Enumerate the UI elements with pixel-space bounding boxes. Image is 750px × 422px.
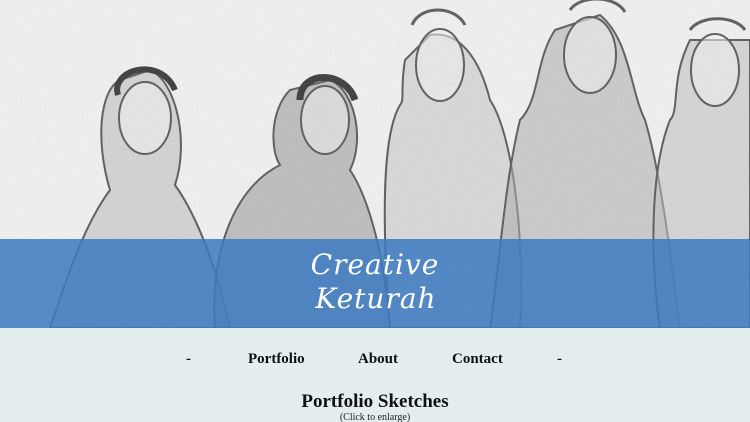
- nav-link-about[interactable]: About: [358, 351, 398, 368]
- site-logo[interactable]: Creative Keturah: [300, 248, 450, 322]
- nav-link-contact[interactable]: Contact: [452, 351, 503, 368]
- nav-separator-right: -: [557, 351, 562, 367]
- nav-separator-left: -: [186, 351, 191, 367]
- logo-line-2: Keturah: [315, 282, 437, 315]
- page-subtitle: (Click to enlarge): [339, 412, 411, 422]
- page: Creative Keturah - Portfolio About Conta…: [0, 0, 750, 422]
- nav-link-portfolio[interactable]: Portfolio: [248, 351, 305, 368]
- page-title: Portfolio Sketches: [301, 391, 449, 412]
- logo-line-1: Creative: [310, 248, 440, 281]
